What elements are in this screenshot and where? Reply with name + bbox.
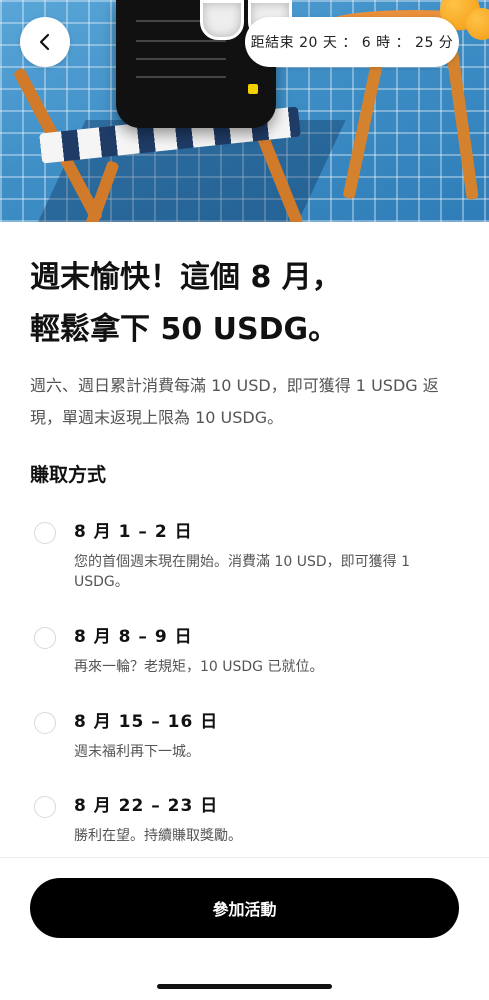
step-description: 週末福利再下一城。 [74,744,200,760]
section-title: 賺取方式 [30,464,107,486]
step-description: 再來一輪？老規矩，10 USDG 已就位。 [74,659,324,675]
step-radio-icon [34,712,56,734]
step-radio-icon [34,796,56,818]
step-radio-icon [34,627,56,649]
step-description: 勝利在望。持續賺取獎勵。 [74,828,242,844]
chevron-left-icon [39,33,50,51]
title-line-1: 週末愉快！這個 8 月， [30,260,342,295]
home-indicator [157,984,332,989]
orange-illustration [466,8,489,40]
join-campaign-button[interactable]: 參加活動 [30,878,459,938]
countdown-timer: 距結束 20 天 ： 6 時 ： 25 分 [245,17,459,67]
promo-description: 週六、週日累計消費每滿 10 USD，即可獲得 1 USDG 返現，單週末返現上… [30,376,439,427]
footer-divider [0,857,489,858]
step-radio-icon [34,522,56,544]
step-description: 您的首個週末現在開始。消費滿 10 USD，即可獲得 1 USDG。 [74,554,410,590]
step-date: 8 月 1 – 2 日 [74,522,193,542]
step-date: 8 月 8 – 9 日 [74,627,193,647]
countdown-text: 距結束 20 天 ： 6 時 ： 25 分 [250,35,454,51]
step-date: 8 月 15 – 16 日 [74,712,219,732]
step-date: 8 月 22 – 23 日 [74,796,219,816]
page-title: 週末愉快！這個 8 月， 輕鬆拿下 50 USDG。 [30,252,460,356]
back-button[interactable] [20,17,70,67]
title-line-2: 輕鬆拿下 50 USDG。 [30,312,339,347]
